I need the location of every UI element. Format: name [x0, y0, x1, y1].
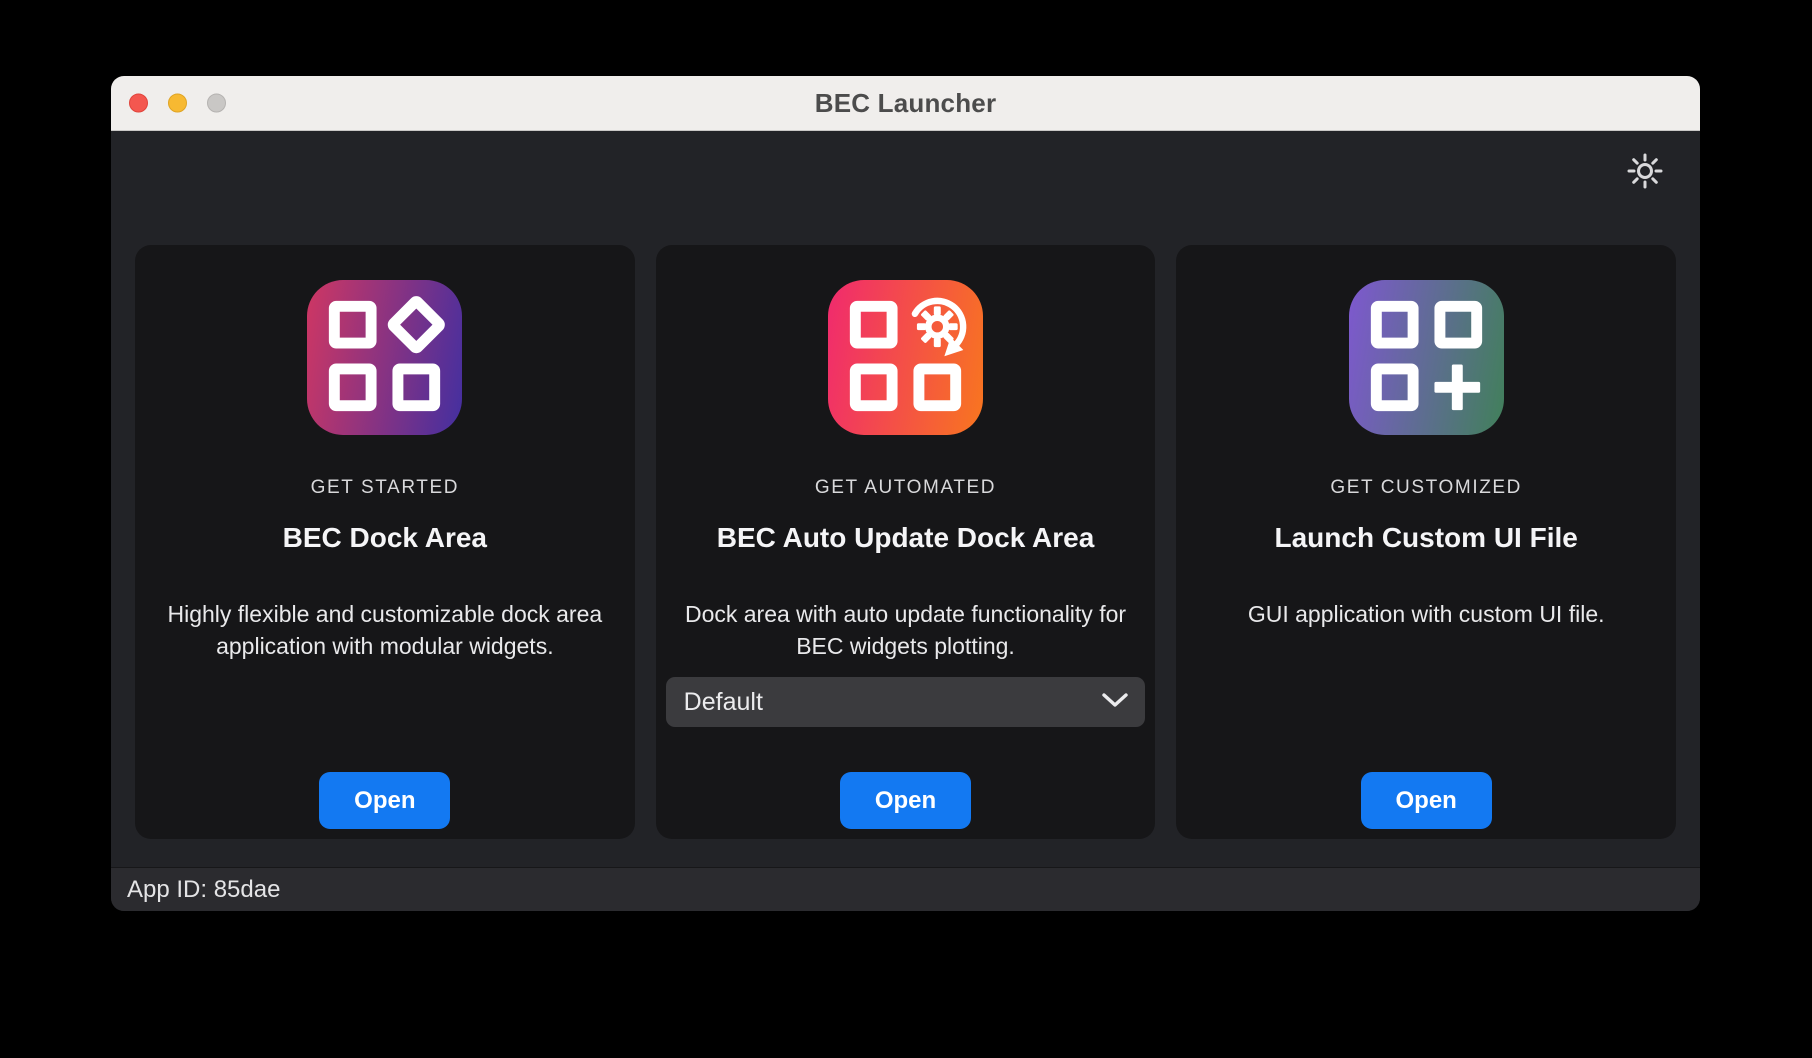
- screen: BEC Launcher: [0, 0, 1812, 1058]
- open-button-custom-ui[interactable]: Open: [1361, 772, 1492, 829]
- main-content: GET STARTED BEC Dock Area Highly flexibl…: [111, 131, 1700, 867]
- card-description: Dock area with auto update functionality…: [666, 598, 1146, 662]
- dropdown-selected-value: Default: [684, 688, 763, 717]
- card-description: GUI application with custom UI file.: [1248, 598, 1605, 630]
- card-auto-update-dock-area: GET AUTOMATED BEC Auto Update Dock Area …: [656, 245, 1156, 839]
- update-mode-dropdown[interactable]: Default: [666, 677, 1146, 727]
- traffic-lights: [129, 94, 226, 113]
- card-launch-custom-ui: GET CUSTOMIZED Launch Custom UI File GUI…: [1176, 245, 1676, 839]
- zoom-button[interactable]: [207, 94, 226, 113]
- card-eyebrow: GET STARTED: [311, 477, 460, 499]
- open-button-auto-update[interactable]: Open: [840, 772, 971, 829]
- sun-icon: [1627, 153, 1663, 194]
- card-title: BEC Auto Update Dock Area: [717, 522, 1095, 554]
- statusbar: App ID: 85dae: [111, 867, 1700, 911]
- card-bec-dock-area: GET STARTED BEC Dock Area Highly flexibl…: [135, 245, 635, 839]
- theme-toggle-button[interactable]: [1627, 155, 1663, 191]
- card-eyebrow: GET AUTOMATED: [815, 477, 996, 499]
- dock-grid-plus-icon: [1349, 280, 1504, 435]
- app-id-label: App ID: 85dae: [127, 876, 280, 904]
- chevron-down-icon: [1101, 692, 1129, 713]
- close-button[interactable]: [129, 94, 148, 113]
- card-eyebrow: GET CUSTOMIZED: [1330, 477, 1522, 499]
- dock-grid-diamond-icon: [307, 280, 462, 435]
- card-description: Highly flexible and customizable dock ar…: [145, 598, 625, 662]
- launcher-cards: GET STARTED BEC Dock Area Highly flexibl…: [135, 245, 1676, 839]
- bec-launcher-window: BEC Launcher: [111, 76, 1700, 911]
- open-button-dock-area[interactable]: Open: [319, 772, 450, 829]
- window-title: BEC Launcher: [815, 88, 997, 119]
- card-title: BEC Dock Area: [283, 522, 487, 554]
- dock-grid-gear-refresh-icon: [828, 280, 983, 435]
- card-title: Launch Custom UI File: [1275, 522, 1578, 554]
- titlebar[interactable]: BEC Launcher: [111, 76, 1700, 131]
- minimize-button[interactable]: [168, 94, 187, 113]
